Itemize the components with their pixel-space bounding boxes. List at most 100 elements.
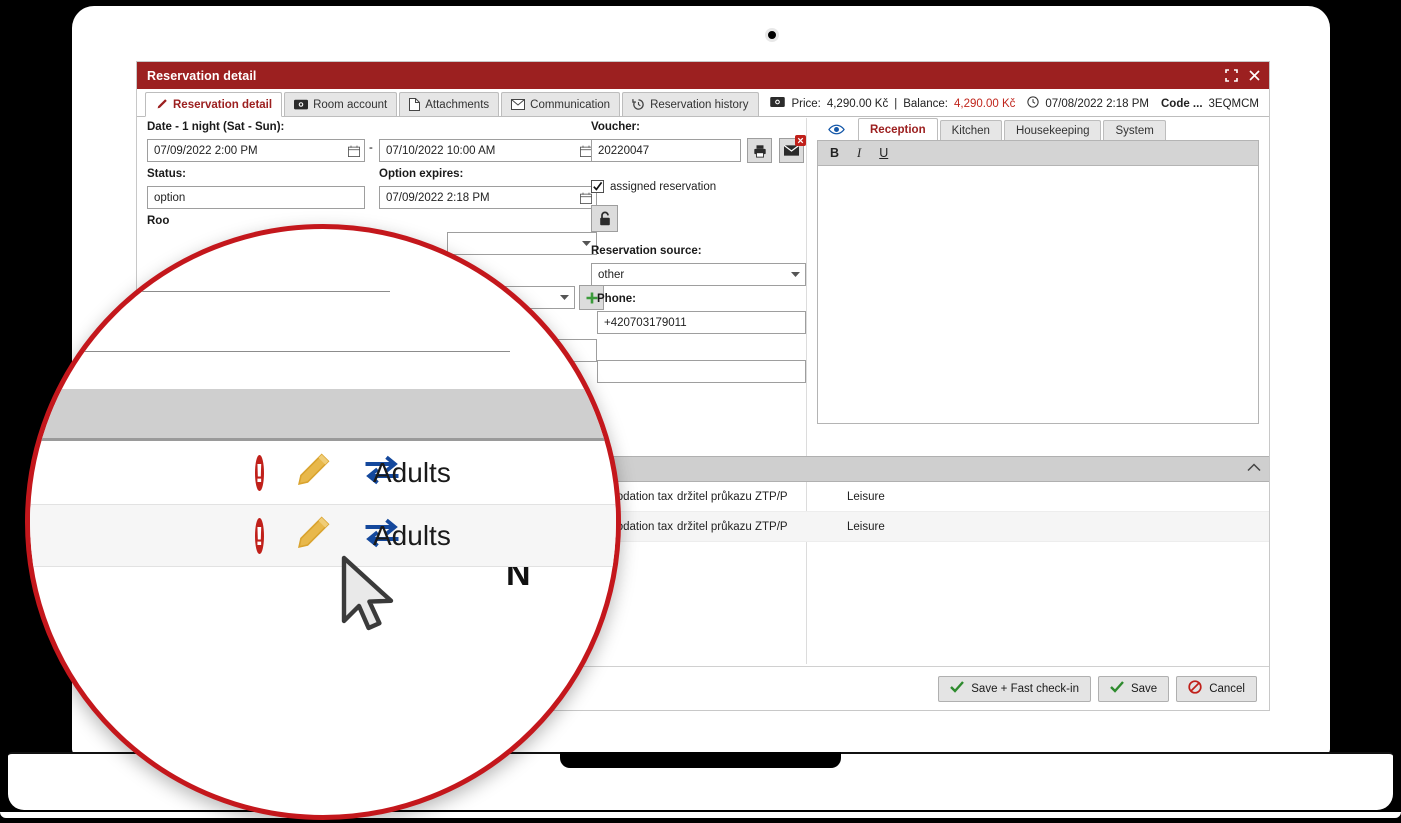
info-separator: | xyxy=(894,97,898,110)
save-fast-checkin-button[interactable]: Save + Fast check-in xyxy=(938,675,1091,702)
close-icon[interactable] xyxy=(1248,69,1261,82)
reservation-source-select[interactable]: other xyxy=(591,263,806,286)
main-tabstrip: Reservation detail Room account Attachme… xyxy=(137,89,1269,117)
room-label: Roo xyxy=(147,215,170,227)
magnifier-lens: N ! Adults ! Adults xyxy=(25,224,621,820)
bold-button[interactable]: B xyxy=(830,146,839,160)
voucher-label: Voucher: xyxy=(591,121,640,133)
extra-middle-input[interactable] xyxy=(597,360,806,383)
assigned-reservation-checkbox[interactable]: assigned reservation xyxy=(591,180,716,193)
code-value: 3EQMCM xyxy=(1208,97,1259,110)
guest-ztp: držitel průkazu ZTP/P xyxy=(677,520,788,533)
envelope-icon xyxy=(784,145,799,156)
notes-tab-housekeeping[interactable]: Housekeeping xyxy=(1003,120,1102,140)
magnifier-content: N ! Adults ! Adults xyxy=(30,229,616,815)
status-label: Status: xyxy=(147,168,186,180)
warning-icon[interactable]: ! xyxy=(255,517,264,554)
button-label: Save + Fast check-in xyxy=(971,682,1079,695)
assigned-reservation-label: assigned reservation xyxy=(610,180,717,193)
chevron-down-icon[interactable] xyxy=(790,271,801,278)
pencil-icon[interactable] xyxy=(294,451,332,494)
underline-button[interactable]: U xyxy=(879,146,888,160)
tab-attachments[interactable]: Attachments xyxy=(399,92,500,116)
italic-button[interactable]: I xyxy=(857,146,861,161)
created-timestamp: 07/08/2022 2:18 PM xyxy=(1045,97,1149,110)
voucher-mail-button[interactable] xyxy=(779,135,806,163)
notes-tab-system[interactable]: System xyxy=(1103,120,1166,140)
notes-tab-label: Reception xyxy=(870,123,926,136)
cancel-button[interactable]: Cancel xyxy=(1176,675,1257,702)
notes-tab-kitchen[interactable]: Kitchen xyxy=(939,120,1002,140)
guest-purpose: Leisure xyxy=(847,520,885,533)
balance-label: Balance: xyxy=(903,97,948,110)
check-icon xyxy=(950,681,965,696)
column-divider xyxy=(806,118,807,664)
option-expires-value: 07/09/2022 2:18 PM xyxy=(386,191,490,204)
lock-button[interactable] xyxy=(591,205,618,232)
phone-value: +420703179011 xyxy=(604,316,687,329)
money-icon xyxy=(294,99,309,110)
price-label: Price: xyxy=(791,97,821,110)
calendar-icon[interactable] xyxy=(580,192,592,204)
notes-tabstrip: Reception Kitchen Housekeeping System xyxy=(817,118,1259,140)
tab-label: Room account xyxy=(313,98,388,111)
file-icon xyxy=(409,98,421,111)
screenshot-stage: Reservation detail Reservation detail Ro… xyxy=(0,0,1401,823)
code-label: Code ... xyxy=(1160,97,1203,110)
notes-format-toolbar: B I U xyxy=(817,140,1259,166)
banknote-icon xyxy=(770,97,786,110)
date-label: Date - 1 night (Sat - Sun): xyxy=(147,121,285,133)
phone-input[interactable]: +420703179011 xyxy=(597,311,806,334)
zoomed-field-line xyxy=(130,291,390,292)
tab-label: Communication xyxy=(530,98,611,111)
notes-tab-label: Housekeeping xyxy=(1015,124,1090,137)
tab-room-account[interactable]: Room account xyxy=(284,92,398,116)
voucher-print-button[interactable] xyxy=(747,138,772,163)
zoomed-table-row[interactable]: ! Adults xyxy=(30,441,616,504)
status-input[interactable]: option xyxy=(147,186,365,209)
webcam-icon xyxy=(765,28,779,42)
voucher-value: 20220047 xyxy=(598,144,650,157)
notes-tab-reception[interactable]: Reception xyxy=(858,118,938,140)
tab-reservation-history[interactable]: Reservation history xyxy=(622,92,759,116)
notes-tab-label: System xyxy=(1115,124,1154,137)
pencil-icon xyxy=(155,98,168,111)
pencil-icon[interactable] xyxy=(294,514,332,557)
unlock-icon xyxy=(599,211,610,226)
tab-label: Reservation history xyxy=(650,98,749,111)
mail-badge-icon xyxy=(795,135,806,146)
option-expires-input[interactable]: 07/09/2022 2:18 PM xyxy=(379,186,597,209)
zoomed-row-label: Adults xyxy=(373,519,451,551)
price-value: 4,290.00 Kč xyxy=(826,97,889,110)
tab-reservation-detail[interactable]: Reservation detail xyxy=(145,92,283,117)
tab-communication[interactable]: Communication xyxy=(501,92,621,116)
reservation-summary-info: Price: 4,290.00 Kč | Balance: 4,290.00 K… xyxy=(770,96,1259,111)
window-titlebar: Reservation detail xyxy=(137,62,1269,89)
date-from-value: 07/09/2022 2:00 PM xyxy=(154,144,258,157)
mouse-cursor-icon xyxy=(340,555,402,638)
printer-icon xyxy=(753,144,766,158)
notes-visibility-toggle[interactable] xyxy=(817,120,856,140)
checked-checkbox-icon xyxy=(591,180,604,193)
page-title: Reservation detail xyxy=(147,68,257,83)
date-to-value: 07/10/2022 10:00 AM xyxy=(386,144,496,157)
zoomed-table-row[interactable]: ! Adults xyxy=(30,504,616,567)
tab-label: Reservation detail xyxy=(173,98,273,111)
date-to-input[interactable]: 07/10/2022 10:00 AM xyxy=(379,139,597,162)
notes-textarea[interactable] xyxy=(817,166,1259,424)
reservation-source-value: other xyxy=(598,268,625,281)
warning-icon[interactable]: ! xyxy=(255,454,264,491)
clock-icon xyxy=(1027,96,1040,111)
button-label: Save xyxy=(1130,682,1158,695)
save-button[interactable]: Save xyxy=(1097,675,1170,702)
notes-panel: Reception Kitchen Housekeeping System B … xyxy=(817,118,1259,424)
date-range-dash: - xyxy=(369,142,373,154)
option-expires-label: Option expires: xyxy=(379,168,464,180)
maximize-icon[interactable] xyxy=(1225,69,1238,82)
guests-collapse-toggle[interactable] xyxy=(1247,463,1261,475)
voucher-input[interactable]: 20220047 xyxy=(591,139,741,162)
zoomed-field-line xyxy=(30,351,510,352)
calendar-icon[interactable] xyxy=(348,145,360,157)
guest-purpose: Leisure xyxy=(847,490,885,503)
date-from-input[interactable]: 07/09/2022 2:00 PM xyxy=(147,139,365,162)
